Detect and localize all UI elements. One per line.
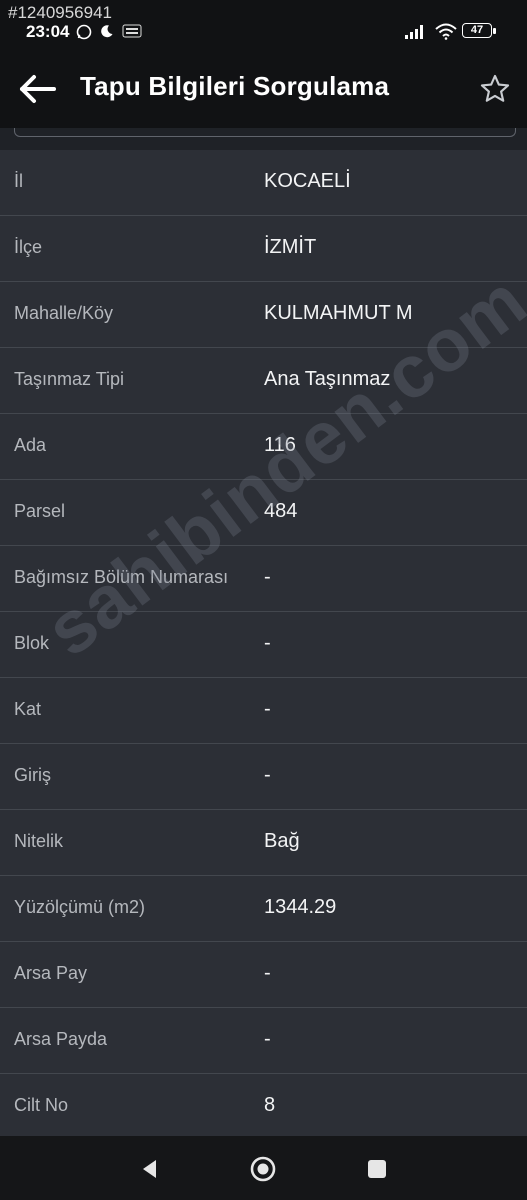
row-label: Arsa Payda [14,1029,108,1049]
row-value: Bağ [264,830,300,852]
nav-recents-icon[interactable] [362,1154,392,1184]
row-value: - [264,764,271,786]
row-label: Blok [14,633,50,653]
search-field-edge [0,128,527,150]
info-row-ilce: İlçe İZMİT [0,216,527,282]
info-row-arsa-pay: Arsa Pay - [0,942,527,1008]
info-row-arsa-payda: Arsa Payda - [0,1008,527,1074]
row-label: Taşınmaz Tipi [14,369,125,389]
row-label: Parsel [14,501,66,521]
wifi-icon [435,23,457,40]
collapsed-field[interactable] [14,128,516,137]
row-label: İl [14,171,23,191]
moon-icon [101,25,113,38]
page-title: Tapu Bilgileri Sorgulama [80,71,390,101]
status-id-overlay: #1240956941 [8,3,113,22]
temu-icon [122,24,142,38]
info-row-bagimsiz-bolum: Bağımsız Bölüm Numarası - [0,546,527,612]
row-label: Bağımsız Bölüm Numarası [14,567,229,587]
info-row-parsel: Parsel 484 [0,480,527,546]
info-row-tasinmaz-tipi: Taşınmaz Tipi Ana Taşınmaz [0,348,527,414]
row-value: 116 [264,434,296,456]
battery-icon: 47 [462,23,492,38]
battery-tip [493,28,496,34]
info-row-cilt-no: Cilt No 8 [0,1074,527,1140]
row-value: Ana Taşınmaz [264,368,391,390]
info-row-kat: Kat - [0,678,527,744]
row-value: İZMİT [264,236,317,258]
row-label: Kat [14,699,42,719]
info-row-yuzolcumu: Yüzölçümü (m2) 1344.29 [0,876,527,942]
row-value: 1344.29 [264,896,337,918]
app-bar: Tapu Bilgileri Sorgulama [0,48,527,128]
status-bar: #1240956941 23:04 47 [0,0,527,48]
info-row-nitelik: Nitelik Bağ [0,810,527,876]
signal-icon [405,25,423,39]
row-label: Giriş [14,765,51,785]
info-row-giris: Giriş - [0,744,527,810]
row-label: Nitelik [14,831,64,851]
row-label: Cilt No [14,1095,69,1115]
row-value: - [264,962,271,984]
row-label: Mahalle/Köy [14,303,114,323]
row-value: - [264,566,271,588]
row-value: - [264,632,271,654]
property-info-list: İl KOCAELİ İlçe İZMİT Mahalle/Köy KULMAH… [0,150,527,1140]
row-value: KULMAHMUT M [264,302,413,324]
row-value: 484 [264,500,298,522]
row-label: Yüzölçümü (m2) [14,897,146,917]
row-value: - [264,1028,271,1050]
nav-home-icon[interactable] [248,1154,278,1184]
row-label: Ada [14,435,47,455]
row-value: KOCAELİ [264,170,351,192]
row-value: 8 [264,1094,276,1116]
star-icon[interactable] [478,72,512,106]
whatsapp-icon [76,24,92,40]
info-row-ada: Ada 116 [0,414,527,480]
info-row-mahalle: Mahalle/Köy KULMAHMUT M [0,282,527,348]
info-row-il: İl KOCAELİ [0,150,527,216]
status-time: 23:04 [26,22,70,41]
system-nav-bar [0,1136,527,1200]
row-label: İlçe [14,237,43,257]
row-label: Arsa Pay [14,963,88,983]
row-value: - [264,698,271,720]
nav-back-icon[interactable] [136,1154,166,1184]
info-row-blok: Blok - [0,612,527,678]
back-arrow-icon[interactable] [18,72,58,106]
